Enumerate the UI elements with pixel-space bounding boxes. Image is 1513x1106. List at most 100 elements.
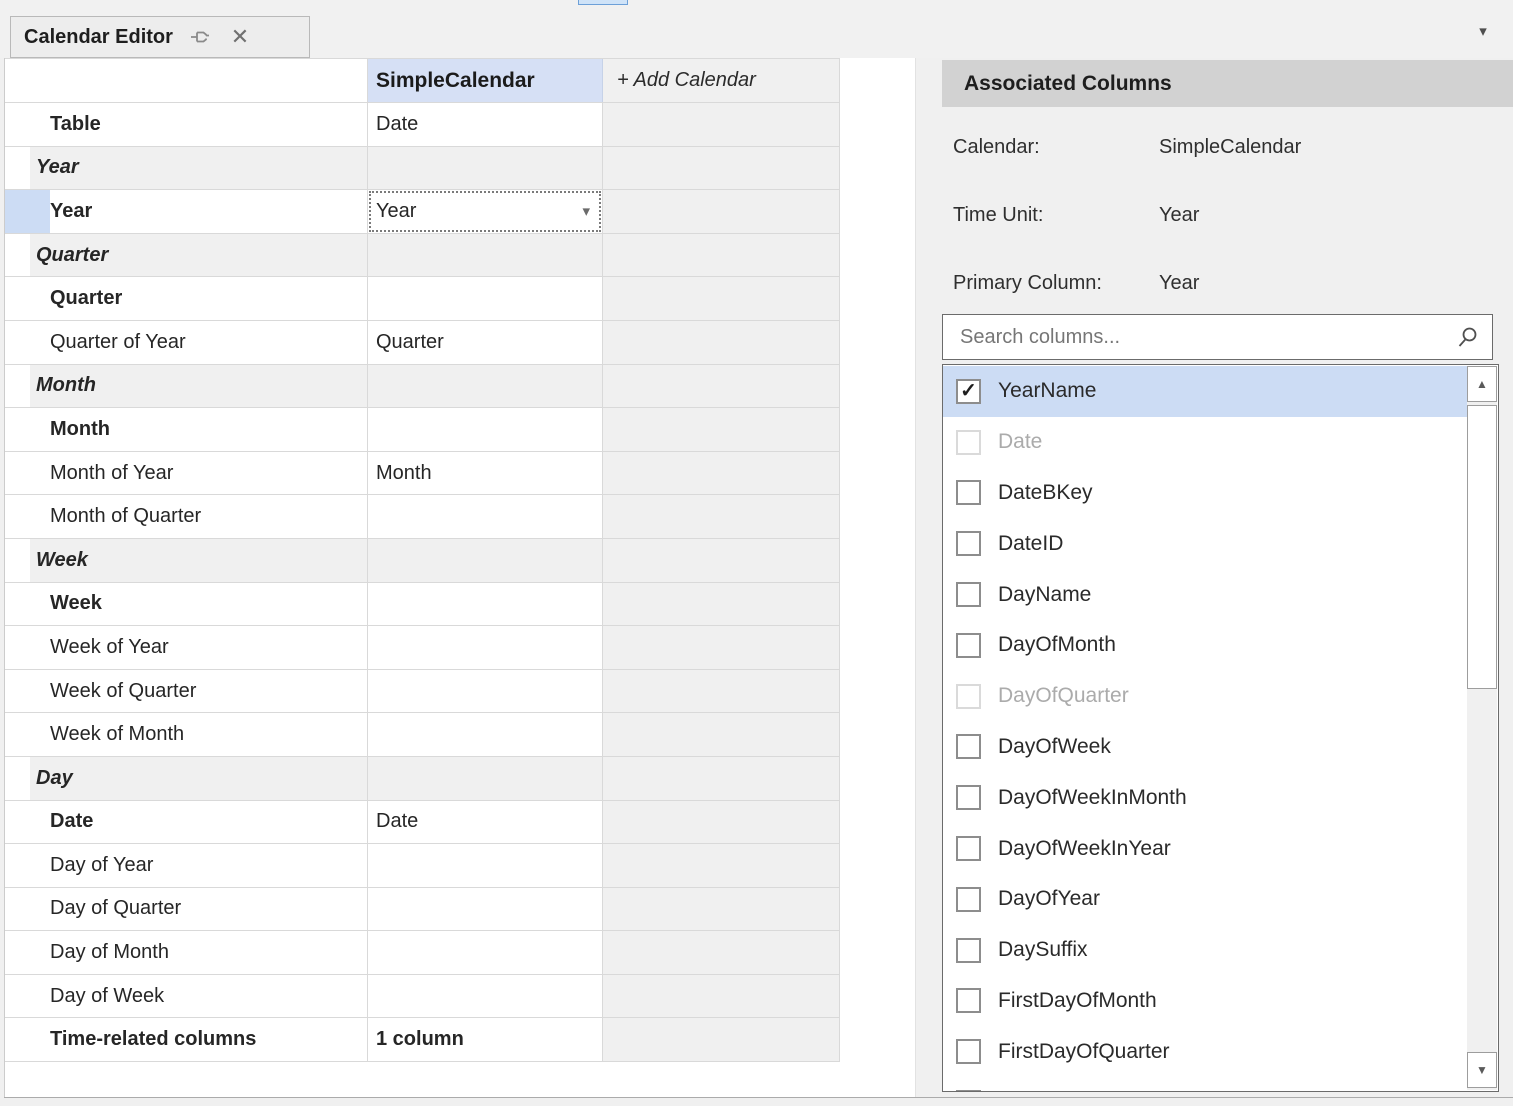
checkbox-unchecked[interactable] <box>956 887 981 912</box>
add-calendar-cell[interactable] <box>603 626 840 669</box>
grid-group-row[interactable]: Quarter <box>5 234 840 278</box>
calendar-value-cell[interactable] <box>368 277 603 320</box>
column-checkbox-item[interactable]: DayOfQuarter <box>943 671 1467 722</box>
grid-row[interactable]: Month of YearMonth <box>5 452 840 496</box>
grid-row[interactable]: Quarter <box>5 277 840 321</box>
calendar-value-cell[interactable] <box>368 844 603 887</box>
calendar-value-cell[interactable] <box>368 888 603 931</box>
search-input[interactable] <box>958 325 1456 350</box>
add-calendar-cell[interactable] <box>603 844 840 887</box>
calendar-value-cell[interactable] <box>368 408 603 451</box>
add-calendar-cell[interactable] <box>603 713 840 756</box>
grid-row[interactable]: Week of Month <box>5 713 840 757</box>
column-checkbox-item[interactable]: FirstDayOfMonth <box>943 976 1467 1027</box>
calendar-value-cell[interactable]: Month <box>368 452 603 495</box>
grid-group-row[interactable]: Month <box>5 365 840 409</box>
add-calendar-cell[interactable] <box>603 147 840 190</box>
grid-row[interactable]: Day of Week <box>5 975 840 1019</box>
add-calendar-cell[interactable] <box>603 1018 840 1061</box>
add-calendar-cell[interactable] <box>603 801 840 844</box>
checkbox-unchecked[interactable] <box>956 734 981 759</box>
grid-row[interactable]: Month <box>5 408 840 452</box>
add-calendar-cell[interactable] <box>603 757 840 800</box>
checkbox-unchecked[interactable] <box>956 1039 981 1064</box>
calendar-value-cell[interactable] <box>368 670 603 713</box>
add-calendar-cell[interactable] <box>603 931 840 974</box>
add-calendar-button[interactable]: + Add Calendar <box>603 59 840 102</box>
checkbox-unchecked[interactable] <box>956 1090 981 1092</box>
add-calendar-cell[interactable] <box>603 365 840 408</box>
add-calendar-cell[interactable] <box>603 888 840 931</box>
checkbox-unchecked[interactable] <box>956 836 981 861</box>
add-calendar-cell[interactable] <box>603 495 840 538</box>
add-calendar-cell[interactable] <box>603 277 840 320</box>
calendar-value-cell[interactable] <box>368 931 603 974</box>
checkbox-unchecked[interactable] <box>956 633 981 658</box>
grid-row[interactable]: Day of Quarter <box>5 888 840 932</box>
column-checkbox-item[interactable]: DayOfWeekInMonth <box>943 772 1467 823</box>
grid-group-row[interactable]: Day <box>5 757 840 801</box>
calendar-value-cell[interactable] <box>368 975 603 1018</box>
grid-row[interactable]: Month of Quarter <box>5 495 840 539</box>
checkbox-unchecked[interactable] <box>956 531 981 556</box>
grid-row[interactable]: Week <box>5 583 840 627</box>
calendar-value-cell[interactable] <box>368 713 603 756</box>
add-calendar-cell[interactable] <box>603 321 840 364</box>
calendar-value-cell[interactable] <box>368 626 603 669</box>
add-calendar-cell[interactable] <box>603 234 840 277</box>
checkbox-unchecked[interactable] <box>956 785 981 810</box>
add-calendar-cell[interactable] <box>603 408 840 451</box>
grid-row[interactable]: TableDate <box>5 103 840 147</box>
grid-row[interactable]: Time-related columns1 column <box>5 1018 840 1062</box>
add-calendar-cell[interactable] <box>603 583 840 626</box>
scroll-up-button[interactable]: ▲ <box>1467 366 1497 402</box>
column-checkbox-item[interactable]: ✓YearName <box>943 366 1467 417</box>
vertical-scrollbar[interactable]: ▲ ▼ <box>1467 366 1497 1090</box>
calendar-value-cell[interactable]: 1 column <box>368 1018 603 1061</box>
column-checkbox-item[interactable]: DayOfWeek <box>943 722 1467 773</box>
column-checkbox-item[interactable]: DateID <box>943 518 1467 569</box>
calendar-value-cell[interactable]: Quarter <box>368 321 603 364</box>
tab-calendar-editor[interactable]: Calendar Editor ✕ <box>10 16 310 58</box>
checkbox-unchecked[interactable] <box>956 582 981 607</box>
add-calendar-cell[interactable] <box>603 452 840 495</box>
calendar-value-cell[interactable]: Date <box>368 801 603 844</box>
column-checkbox-item[interactable]: DayName <box>943 569 1467 620</box>
checkbox-unchecked[interactable] <box>956 430 981 455</box>
calendar-value-cell[interactable] <box>368 365 603 408</box>
checkbox-unchecked[interactable] <box>956 938 981 963</box>
grid-group-row[interactable]: Year <box>5 147 840 191</box>
add-calendar-cell[interactable] <box>603 539 840 582</box>
grid-row[interactable]: Day of Month <box>5 931 840 975</box>
column-checkbox-item[interactable]: FirstDayOfQuarter <box>943 1026 1467 1077</box>
close-button[interactable]: ✕ <box>227 24 253 50</box>
grid-row[interactable]: YearYear▾ <box>5 190 840 234</box>
add-calendar-cell[interactable] <box>603 975 840 1018</box>
calendar-value-cell[interactable] <box>368 539 603 582</box>
checkbox-unchecked[interactable] <box>956 988 981 1013</box>
year-combobox[interactable]: Year▾ <box>368 190 602 233</box>
checkbox-checked[interactable]: ✓ <box>956 379 981 404</box>
column-checkbox-item[interactable]: FirstDayOfYear <box>943 1077 1467 1092</box>
column-checkbox-item[interactable]: Date <box>943 417 1467 468</box>
checkbox-unchecked[interactable] <box>956 684 981 709</box>
grid-group-row[interactable]: Week <box>5 539 840 583</box>
add-calendar-cell[interactable] <box>603 103 840 146</box>
grid-row[interactable]: DateDate <box>5 801 840 845</box>
column-checkbox-item[interactable]: DayOfYear <box>943 874 1467 925</box>
calendar-value-cell[interactable] <box>368 757 603 800</box>
add-calendar-cell[interactable] <box>603 190 840 233</box>
checkbox-unchecked[interactable] <box>956 480 981 505</box>
pin-button[interactable] <box>187 24 213 50</box>
scroll-down-button[interactable]: ▼ <box>1467 1052 1497 1088</box>
calendar-value-cell[interactable] <box>368 495 603 538</box>
calendar-value-cell[interactable] <box>368 234 603 277</box>
calendar-value-cell[interactable]: Date <box>368 103 603 146</box>
calendar-value-cell[interactable] <box>368 583 603 626</box>
scrollbar-thumb[interactable] <box>1467 405 1497 689</box>
grid-row[interactable]: Quarter of YearQuarter <box>5 321 840 365</box>
add-calendar-cell[interactable] <box>603 670 840 713</box>
column-checkbox-item[interactable]: DayOfMonth <box>943 620 1467 671</box>
grid-row[interactable]: Week of Quarter <box>5 670 840 714</box>
calendar-value-cell[interactable]: Year▾ <box>368 190 603 233</box>
